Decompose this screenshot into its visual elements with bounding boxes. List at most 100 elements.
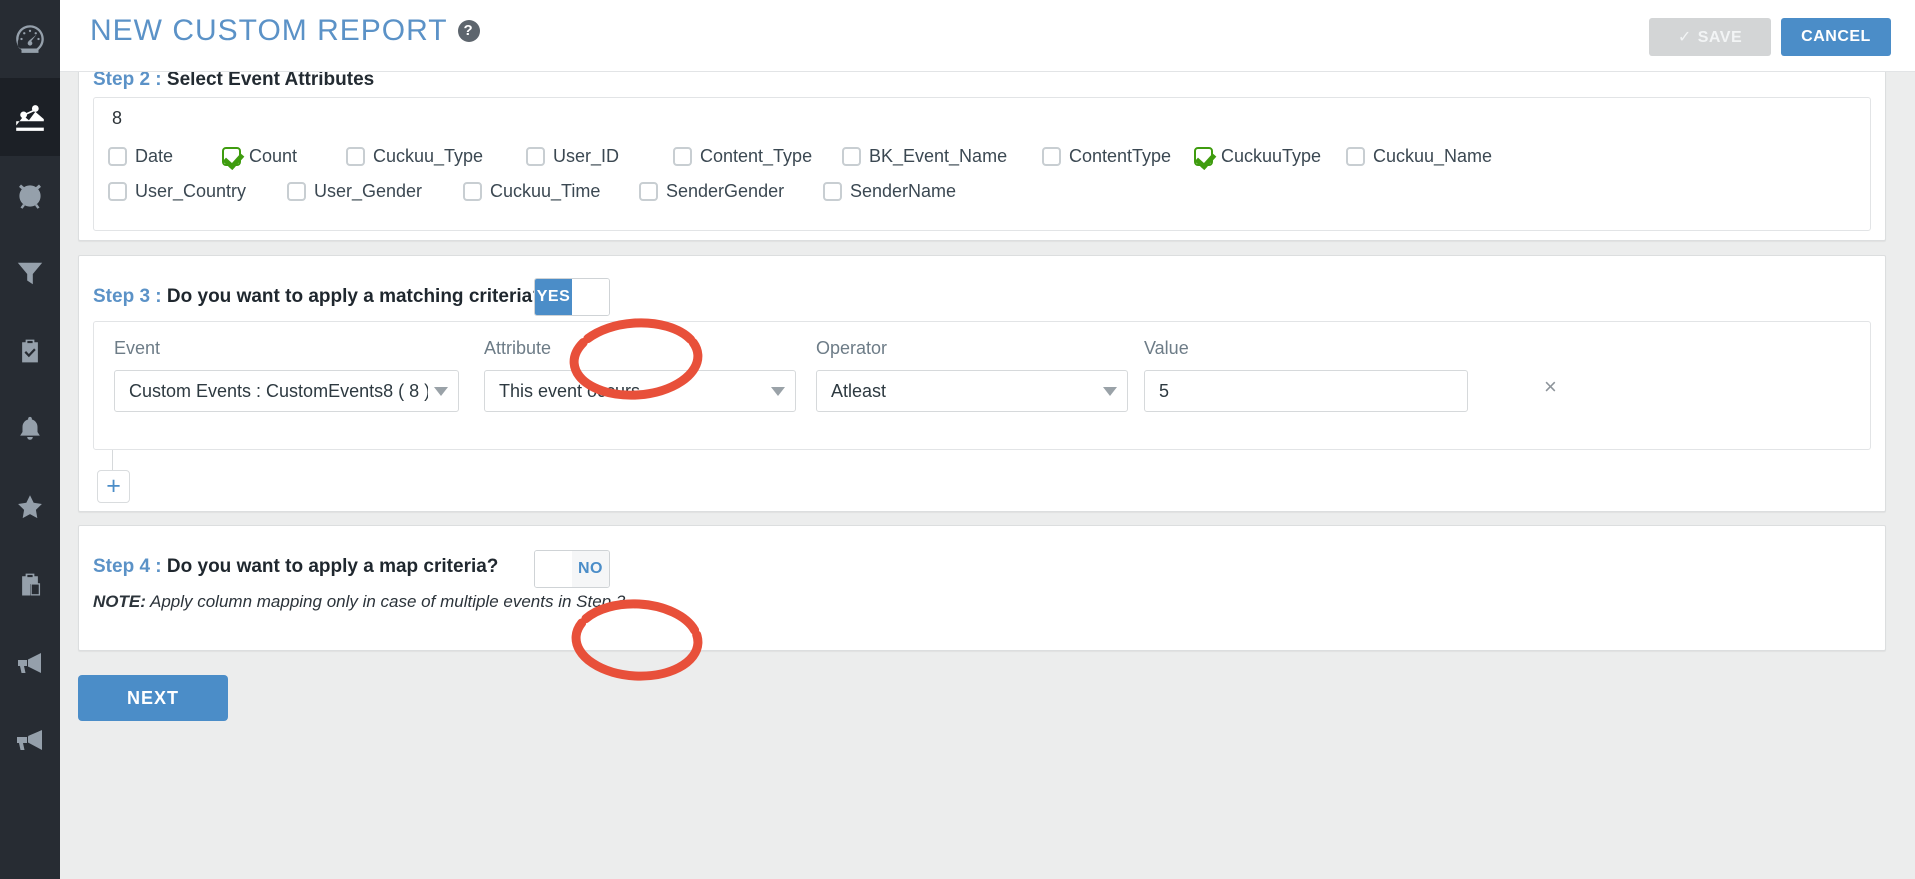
page-title-text: NEW CUSTOM REPORT bbox=[90, 14, 448, 47]
chevron-down-icon bbox=[434, 386, 448, 396]
attribute-checkbox-user_id[interactable]: User_ID bbox=[526, 142, 669, 170]
attribute-count: 8 bbox=[112, 108, 123, 128]
step4-note: NOTE: Apply column mapping only in case … bbox=[93, 592, 630, 612]
step4-panel: Step 4 : Do you want to apply a map crit… bbox=[78, 525, 1886, 651]
cancel-button[interactable]: CANCEL bbox=[1781, 18, 1891, 56]
toggle-no-label: NO bbox=[572, 551, 609, 587]
checkbox-unchecked-icon[interactable] bbox=[823, 181, 842, 201]
attribute-row-2: User_Country User_Gender Cuckuu_Time Sender… bbox=[108, 177, 960, 205]
attribute-select-value: This event occurs bbox=[499, 380, 641, 401]
chevron-down-icon bbox=[1103, 386, 1117, 396]
app-root: NEW CUSTOM REPORT? ✓ SAVE CANCEL Step 2 :… bbox=[0, 0, 1915, 879]
toggle-knob bbox=[535, 551, 572, 587]
attribute-select[interactable]: This event occurs bbox=[484, 370, 796, 412]
map-criteria-toggle[interactable]: NO bbox=[534, 550, 610, 588]
check-icon: ✓ bbox=[1677, 29, 1692, 46]
save-button[interactable]: ✓ SAVE bbox=[1649, 18, 1771, 56]
attribute-label: SenderGender bbox=[666, 180, 785, 201]
attribute-checkbox-sendername[interactable]: SenderName bbox=[823, 177, 956, 205]
sidebar-item-announcements[interactable] bbox=[0, 702, 60, 780]
funnel-filter-icon bbox=[15, 258, 45, 288]
attribute-label: User_ID bbox=[553, 145, 620, 166]
attribute-label: CuckuuType bbox=[1221, 145, 1322, 166]
attribute-checkbox-user_country[interactable]: User_Country bbox=[108, 177, 283, 205]
attribute-checkbox-date[interactable]: Date bbox=[108, 142, 218, 170]
chevron-down-icon bbox=[771, 386, 785, 396]
event-select[interactable]: Custom Events : CustomEvents8 ( 8 ) bbox=[114, 370, 459, 412]
sidebar-item-notifications[interactable] bbox=[0, 390, 60, 468]
close-icon[interactable]: × bbox=[1544, 376, 1557, 398]
toggle-knob bbox=[572, 279, 609, 315]
value-field-label: Value bbox=[1144, 338, 1189, 358]
checkbox-unchecked-icon[interactable] bbox=[463, 181, 482, 201]
vertical-scrollbar[interactable] bbox=[1905, 72, 1915, 879]
checkbox-checked-icon[interactable] bbox=[1194, 146, 1213, 166]
checkbox-unchecked-icon[interactable] bbox=[108, 181, 127, 201]
attribute-label: Cuckuu_Type bbox=[373, 145, 484, 166]
value-input-value: 5 bbox=[1159, 380, 1170, 401]
sidebar-item-alarm[interactable] bbox=[0, 156, 60, 234]
alarm-clock-icon bbox=[14, 179, 46, 211]
checkbox-unchecked-icon[interactable] bbox=[673, 146, 692, 166]
attribute-label: ContentType bbox=[1069, 145, 1172, 166]
attribute-checkbox-count[interactable]: Count bbox=[222, 142, 342, 170]
matching-criteria-toggle[interactable]: YES bbox=[534, 278, 610, 316]
step4-heading: Step 4 : Do you want to apply a map crit… bbox=[93, 556, 498, 578]
dashboard-gauge-icon bbox=[13, 22, 47, 56]
attribute-selection-box: 8 Date Count Cuckuu_Type User_ID Content_Typ… bbox=[93, 97, 1871, 231]
bell-notification-icon bbox=[15, 414, 45, 444]
checkbox-unchecked-icon[interactable] bbox=[346, 146, 365, 166]
next-button[interactable]: NEXT bbox=[78, 675, 228, 721]
step4-note-text: Apply column mapping only in case of mul… bbox=[145, 592, 631, 611]
event-select-value: Custom Events : CustomEvents8 ( 8 ) bbox=[129, 380, 428, 401]
checkbox-unchecked-icon[interactable] bbox=[1042, 146, 1061, 166]
page-title: NEW CUSTOM REPORT? bbox=[90, 14, 480, 48]
attribute-row-1: Date Count Cuckuu_Type User_ID Content_Type B… bbox=[108, 142, 1496, 170]
attribute-checkbox-bk_event_name[interactable]: BK_Event_Name bbox=[842, 142, 1038, 170]
operator-select-value: Atleast bbox=[831, 380, 887, 401]
attribute-label: SenderName bbox=[850, 180, 957, 201]
value-input[interactable]: 5 bbox=[1144, 370, 1468, 412]
step4-note-prefix: NOTE: bbox=[93, 592, 146, 611]
attribute-checkbox-contenttype[interactable]: ContentType bbox=[1042, 142, 1190, 170]
attribute-label: Cuckuu_Time bbox=[490, 180, 601, 201]
checkbox-unchecked-icon[interactable] bbox=[108, 146, 127, 166]
page-header: NEW CUSTOM REPORT? ✓ SAVE CANCEL bbox=[60, 0, 1915, 72]
attribute-checkbox-cuckuu_time[interactable]: Cuckuu_Time bbox=[463, 177, 635, 205]
checkbox-unchecked-icon[interactable] bbox=[1346, 146, 1365, 166]
sidebar-item-favorites[interactable] bbox=[0, 468, 60, 546]
step3-number: Step 3 : bbox=[93, 286, 167, 307]
attribute-checkbox-cuckuu_name[interactable]: Cuckuu_Name bbox=[1346, 142, 1492, 170]
attribute-label: Cuckuu_Name bbox=[1373, 145, 1493, 166]
checkbox-unchecked-icon[interactable] bbox=[526, 146, 545, 166]
add-criteria-button[interactable]: + bbox=[97, 470, 130, 503]
sidebar-item-clipboard[interactable] bbox=[0, 546, 60, 624]
attribute-checkbox-user_gender[interactable]: User_Gender bbox=[287, 177, 459, 205]
attribute-checkbox-sendergender[interactable]: SenderGender bbox=[639, 177, 819, 205]
megaphone-icon bbox=[14, 647, 46, 679]
attribute-checkbox-content_type[interactable]: Content_Type bbox=[673, 142, 838, 170]
attribute-checkbox-cuckuu_type[interactable]: Cuckuu_Type bbox=[346, 142, 522, 170]
checkbox-checked-icon[interactable] bbox=[222, 146, 241, 166]
add-criteria-connector bbox=[112, 450, 113, 472]
question-mark-icon[interactable]: ? bbox=[457, 20, 480, 42]
operator-select[interactable]: Atleast bbox=[816, 370, 1128, 412]
checkbox-unchecked-icon[interactable] bbox=[287, 181, 306, 201]
checkbox-unchecked-icon[interactable] bbox=[842, 146, 861, 166]
sidebar-item-dashboard[interactable] bbox=[0, 0, 60, 78]
step4-number: Step 4 : bbox=[93, 556, 167, 577]
clipboard-check-icon bbox=[16, 337, 44, 365]
step2-heading: Step 2 : Select Event Attributes bbox=[93, 72, 374, 91]
megaphone-alt-icon bbox=[14, 725, 46, 757]
sidebar-item-tasks[interactable] bbox=[0, 312, 60, 390]
sidebar-item-campaigns[interactable] bbox=[0, 624, 60, 702]
attribute-checkbox-cuckuutype[interactable]: CuckuuType bbox=[1194, 142, 1342, 170]
event-field-label: Event bbox=[114, 338, 161, 358]
checkbox-unchecked-icon[interactable] bbox=[639, 181, 658, 201]
left-sidebar bbox=[0, 0, 60, 879]
attribute-label: User_Country bbox=[135, 180, 247, 201]
sidebar-item-funnel[interactable] bbox=[0, 234, 60, 312]
step3-heading: Step 3 : Do you want to apply a matching… bbox=[93, 286, 544, 308]
sidebar-item-analytics[interactable] bbox=[0, 78, 60, 156]
step2-panel: Step 2 : Select Event Attributes 8 Date C… bbox=[78, 72, 1886, 241]
